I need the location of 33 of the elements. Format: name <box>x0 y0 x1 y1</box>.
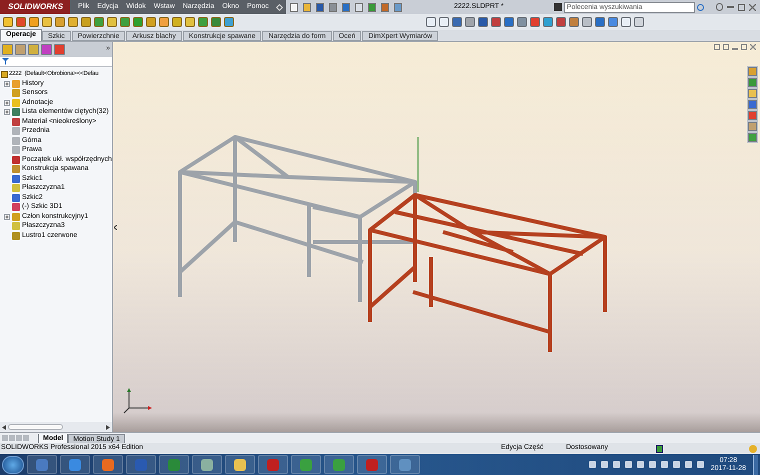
restore-icon[interactable] <box>738 4 745 10</box>
close-icon[interactable] <box>750 44 756 50</box>
expand-icon[interactable] <box>4 109 10 116</box>
taskbar-app[interactable] <box>357 455 387 474</box>
horizontal-scrollbar[interactable] <box>8 424 63 430</box>
help-icon[interactable] <box>716 3 723 11</box>
taskbar-app[interactable] <box>60 455 90 474</box>
taskbar-app[interactable] <box>27 455 57 474</box>
close-icon[interactable] <box>749 4 756 10</box>
search-icon[interactable] <box>696 4 704 10</box>
panel-collapse-icon[interactable] <box>114 225 117 230</box>
scroll-right-icon[interactable] <box>106 424 110 430</box>
taskbar-app[interactable] <box>225 455 255 474</box>
taskbar-app[interactable] <box>93 455 123 474</box>
taskbar-app[interactable] <box>159 455 189 474</box>
taskbar-app[interactable] <box>258 455 288 474</box>
taskbar-app[interactable] <box>324 455 354 474</box>
restore-icon[interactable] <box>741 44 747 50</box>
taskbar-app[interactable] <box>291 455 321 474</box>
expand-icon[interactable] <box>4 100 10 106</box>
app-logo: SOLIDWORKS <box>0 0 70 14</box>
taskbar-app[interactable] <box>390 455 420 474</box>
taskbar-app[interactable] <box>192 455 222 474</box>
scroll-left-icon[interactable] <box>2 424 6 430</box>
part-icon <box>1 70 8 78</box>
taskbar-app[interactable] <box>126 455 156 474</box>
expand-icon[interactable] <box>4 214 10 220</box>
expand-icon[interactable] <box>4 80 10 87</box>
pin-icon[interactable] <box>276 3 283 11</box>
show-desktop-button[interactable] <box>753 454 758 474</box>
model-viewport[interactable] <box>113 42 760 432</box>
start-button[interactable] <box>2 456 24 474</box>
axis-triad-icon <box>123 388 153 414</box>
